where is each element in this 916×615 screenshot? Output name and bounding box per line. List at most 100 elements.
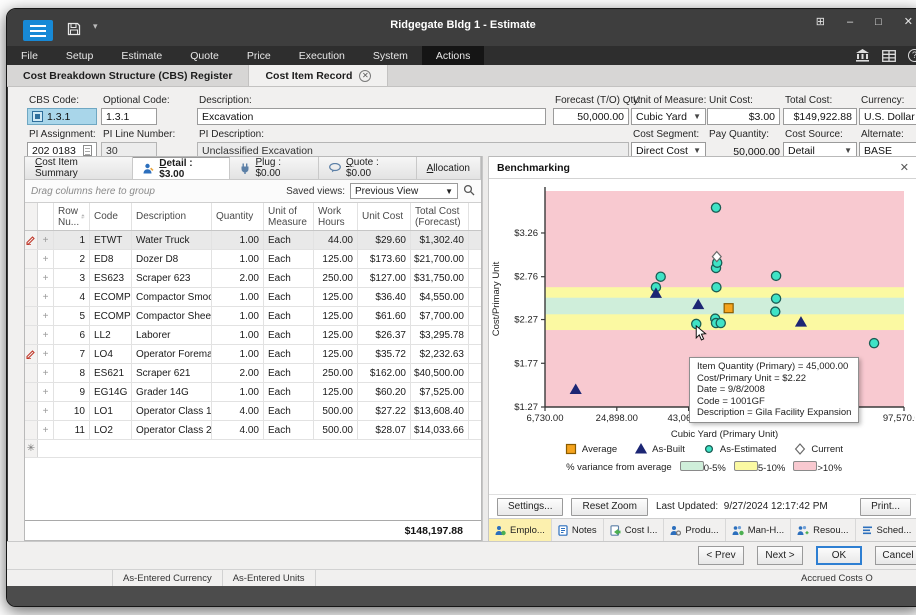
- cell-unit-cost: $26.37: [358, 326, 411, 344]
- note-icon: [558, 525, 568, 536]
- column-header-7[interactable]: Total Cost (Forecast): [411, 203, 469, 230]
- search-icon[interactable]: [463, 184, 475, 199]
- new-row[interactable]: ✳: [25, 440, 481, 458]
- bottom-tab-produ[interactable]: Produ...: [664, 519, 725, 541]
- next-button[interactable]: Next >: [757, 546, 803, 565]
- as-built-marker-icon: [635, 443, 647, 455]
- expand-row-icon[interactable]: +: [38, 231, 54, 249]
- table-row[interactable]: +6LL2Laborer1.00Each125.00$26.37$3,295.7…: [25, 326, 481, 345]
- subtab-detail[interactable]: Detail : $3.00: [133, 157, 230, 179]
- menu-system[interactable]: System: [359, 46, 422, 65]
- cbs-code-field[interactable]: 1.3.1: [27, 108, 97, 125]
- bottom-tab-costi[interactable]: Cost I...: [604, 519, 665, 541]
- new-row-icon: ✳: [25, 440, 38, 457]
- record-nav-footer: < Prev Next > OK Cancel: [7, 541, 916, 569]
- column-header-1[interactable]: Code: [90, 203, 132, 230]
- cancel-button[interactable]: Cancel: [875, 546, 916, 565]
- total-cost-field[interactable]: $149,922.88: [783, 108, 857, 125]
- prev-button[interactable]: < Prev: [698, 546, 744, 565]
- table-row[interactable]: +7LO4Operator Foreman1.00Each125.00$35.7…: [25, 345, 481, 364]
- table-row[interactable]: +2ED8Dozer D81.00Each125.00$173.60$21,70…: [25, 250, 481, 269]
- pin-window-icon[interactable]: ⊞: [816, 15, 825, 29]
- menu-setup[interactable]: Setup: [52, 46, 107, 65]
- menu-estimate[interactable]: Estimate: [107, 46, 176, 65]
- menu-file[interactable]: File: [7, 46, 52, 65]
- column-header-3[interactable]: Quantity: [212, 203, 264, 230]
- column-header-5[interactable]: Work Hours: [314, 203, 358, 230]
- expand-row-icon[interactable]: +: [38, 288, 54, 306]
- bottom-tab-manh[interactable]: Man-H...: [726, 519, 791, 541]
- table-row[interactable]: +5ECOMP2Compactor Sheeps ...1.00Each125.…: [25, 307, 481, 326]
- cell-total-cost: $13,608.40: [411, 402, 469, 420]
- optional-code-field[interactable]: 1.3.1: [101, 108, 157, 125]
- row-gutter: [25, 307, 38, 325]
- table-row[interactable]: +9EG14GGrader 14G1.00Each125.00$60.20$7,…: [25, 383, 481, 402]
- bottom-tab-notes[interactable]: Notes: [552, 519, 604, 541]
- currency-field[interactable]: U.S. Dollar: [859, 108, 916, 125]
- table-row[interactable]: +11LO2Operator Class 24.00Each500.00$28.…: [25, 421, 481, 440]
- menu-actions[interactable]: Actions: [422, 46, 484, 65]
- subtab-plug[interactable]: Plug : $0.00: [230, 157, 319, 179]
- table-row[interactable]: +3ES623Scraper 6232.00Each250.00$127.00$…: [25, 269, 481, 288]
- description-field[interactable]: Excavation: [197, 108, 546, 125]
- subtab-quote[interactable]: Quote : $0.00: [319, 157, 417, 179]
- benchmarking-chart[interactable]: $1.27$1.77$2.27$2.76$3.266,730.0024,898.…: [489, 179, 916, 441]
- cell-row-number: 1: [54, 231, 90, 249]
- expand-row-icon[interactable]: +: [38, 421, 54, 439]
- help-icon[interactable]: ?: [908, 49, 916, 62]
- cell-total-cost: $4,550.00: [411, 288, 469, 306]
- minimize-icon[interactable]: –: [847, 15, 853, 29]
- menu-quote[interactable]: Quote: [176, 46, 233, 65]
- panel-splitter[interactable]: [482, 156, 489, 541]
- table-row[interactable]: +1ETWTWater Truck1.00Each44.00$29.60$1,3…: [25, 231, 481, 250]
- expand-row-icon[interactable]: +: [38, 383, 54, 401]
- reset-zoom-button[interactable]: Reset Zoom: [571, 498, 647, 516]
- saved-views-select[interactable]: Previous View▼: [350, 183, 458, 199]
- expand-row-icon[interactable]: +: [38, 345, 54, 363]
- cell-description: Water Truck: [132, 231, 212, 249]
- grid-view-icon[interactable]: [882, 50, 896, 62]
- bottom-tab-resou[interactable]: Resou...: [791, 519, 855, 541]
- ok-button[interactable]: OK: [816, 546, 862, 565]
- maximize-icon[interactable]: □: [875, 15, 882, 29]
- table-row[interactable]: +8ES621Scraper 6212.00Each250.00$162.00$…: [25, 364, 481, 383]
- tab-close-icon[interactable]: ✕: [359, 70, 371, 82]
- tab-cbs-register[interactable]: Cost Breakdown Structure (CBS) Register: [7, 65, 248, 86]
- close-window-icon[interactable]: ✕: [904, 15, 913, 29]
- table-row[interactable]: +10LO1Operator Class 14.00Each500.00$27.…: [25, 402, 481, 421]
- menu-price[interactable]: Price: [233, 46, 285, 65]
- settings-button[interactable]: Settings...: [497, 498, 563, 516]
- expand-row-icon[interactable]: +: [38, 250, 54, 268]
- column-header-2[interactable]: Description: [132, 203, 212, 230]
- column-header-4[interactable]: Unit of Measure: [264, 203, 314, 230]
- expand-row-icon[interactable]: +: [38, 269, 54, 287]
- tab-cost-item-record[interactable]: Cost Item Record ✕: [248, 65, 388, 86]
- subtab-cost[interactable]: Cost Item Summary: [25, 157, 133, 179]
- expand-row-icon[interactable]: +: [38, 364, 54, 382]
- column-header-0[interactable]: Row Nu...: [54, 203, 90, 230]
- cell-uom: Each: [264, 326, 314, 344]
- unit-cost-field[interactable]: $3.00: [707, 108, 780, 125]
- uom-select[interactable]: Cubic Yard▼: [631, 108, 706, 125]
- edited-pencil-icon: [25, 231, 38, 249]
- expand-row-icon[interactable]: +: [38, 307, 54, 325]
- subtab-allocation[interactable]: Allocation: [417, 157, 481, 179]
- group-by-bar[interactable]: Drag columns here to group Saved views: …: [25, 180, 481, 203]
- status-accrued-costs: Accrued Costs O: [801, 573, 916, 584]
- forecast-qty-field[interactable]: 50,000.00: [553, 108, 629, 125]
- column-header-6[interactable]: Unit Cost: [358, 203, 411, 230]
- cell-code: LO2: [90, 421, 132, 439]
- benchmarking-close-icon[interactable]: ✕: [900, 161, 911, 174]
- cbs-node-icon: [32, 111, 43, 122]
- table-row[interactable]: +4ECOMP1Compactor Smooth ...1.00Each125.…: [25, 288, 481, 307]
- bottom-tab-sched[interactable]: Sched...: [856, 519, 916, 541]
- svg-text:$2.76: $2.76: [514, 272, 538, 283]
- expand-row-icon[interactable]: +: [38, 326, 54, 344]
- library-icon[interactable]: [855, 49, 870, 62]
- expand-row-icon[interactable]: +: [38, 402, 54, 420]
- unit-cost-label: Unit Cost:: [709, 95, 753, 106]
- cell-quantity: 1.00: [212, 250, 264, 268]
- bottom-tab-emplo[interactable]: Emplo...: [489, 519, 552, 541]
- menu-execution[interactable]: Execution: [285, 46, 359, 65]
- print-button[interactable]: Print...: [860, 498, 911, 516]
